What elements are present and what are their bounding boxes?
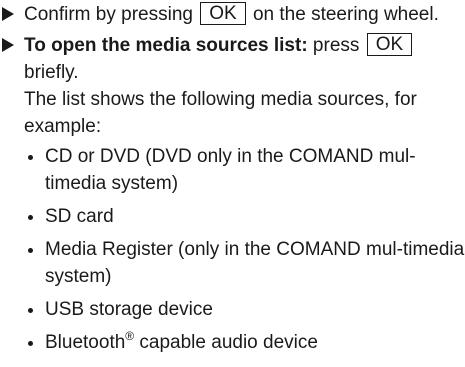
list-item-text: SD card xyxy=(45,206,114,227)
instruction-step-confirm: Confirm by pressing OK on the steering w… xyxy=(0,1,465,28)
bullet-icon xyxy=(28,248,33,253)
list-item: SD card xyxy=(24,203,465,230)
list-item-text: Bluetooth xyxy=(45,332,126,353)
step-text-after: on the steering wheel. xyxy=(252,4,439,25)
list-item: USB storage device xyxy=(24,296,465,323)
step-heading: To open the media sources list: xyxy=(24,35,308,56)
registered-mark: ® xyxy=(125,329,135,343)
media-sources-list: CD or DVD (DVD only in the COMAND mul-ti… xyxy=(24,143,465,356)
step-arrow-icon xyxy=(2,38,14,52)
list-item-text-after: capable audio device xyxy=(134,332,318,353)
bullet-icon xyxy=(28,215,33,220)
step-text-before: Confirm by pressing xyxy=(24,4,193,25)
step-text-before: press xyxy=(307,35,360,56)
manual-page: Confirm by pressing OK on the steering w… xyxy=(0,1,465,367)
bullet-icon xyxy=(28,341,33,346)
list-item-text: Media Register (only in the COMAND mul-t… xyxy=(45,239,465,287)
list-item-text: CD or DVD (DVD only in the COMAND mul-ti… xyxy=(45,146,416,194)
list-item: CD or DVD (DVD only in the COMAND mul-ti… xyxy=(24,143,465,197)
media-list-intro: The list shows the following media sourc… xyxy=(24,89,417,137)
step-arrow-icon xyxy=(2,7,14,21)
list-item: Media Register (only in the COMAND mul-t… xyxy=(24,236,465,290)
list-item: Bluetooth® capable audio device xyxy=(24,329,465,356)
step-text-after: briefly. xyxy=(24,62,79,83)
bullet-icon xyxy=(28,308,33,313)
bullet-icon xyxy=(28,155,33,160)
list-item-text: USB storage device xyxy=(45,299,213,320)
ok-key-label: OK xyxy=(366,33,413,56)
ok-key-label: OK xyxy=(200,2,246,25)
instruction-step-open-media-list: To open the media sources list: press OK… xyxy=(0,32,465,356)
